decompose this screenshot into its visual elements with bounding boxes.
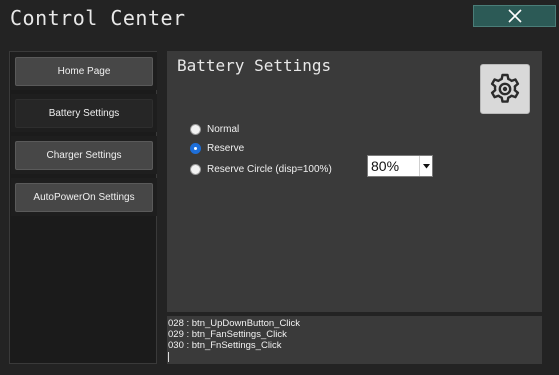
log-line: 028 : btn_UpDownButton_Click [168, 318, 301, 329]
select-value: 80% [371, 158, 400, 174]
radio-reserve-circle[interactable] [190, 163, 201, 175]
option-label: Reserve [207, 142, 245, 154]
log-line: 030 : btn_FnSettings_Click [168, 340, 282, 351]
radio-reserve[interactable] [190, 142, 201, 154]
close-button[interactable] [473, 5, 556, 27]
sidebar-item-label: Battery Settings [15, 98, 153, 128]
option-reserve[interactable]: Reserve [190, 141, 244, 155]
reserve-circle-select[interactable]: 80% [367, 155, 433, 177]
sidebar: Home Page Battery Settings Charger Setti… [9, 51, 157, 364]
app-title: Control Center [10, 6, 186, 30]
sidebar-item-charger-settings[interactable]: Charger Settings [11, 136, 157, 174]
close-icon [507, 9, 522, 23]
event-log[interactable]: 028 : btn_UpDownButton_Click 029 : btn_F… [167, 316, 542, 364]
battery-settings-panel: Battery Settings Normal Reserve Reserve … [167, 51, 542, 312]
radio-normal[interactable] [190, 123, 201, 135]
sidebar-item-label: Charger Settings [15, 140, 153, 170]
option-reserve-circle[interactable]: Reserve Circle (disp=100%) [190, 162, 332, 176]
settings-button[interactable] [480, 64, 530, 114]
option-label: Normal [207, 123, 240, 135]
log-line: 029 : btn_FanSettings_Click [168, 329, 287, 340]
sidebar-item-battery-settings[interactable]: Battery Settings [11, 94, 157, 132]
gear-icon [490, 73, 520, 103]
chevron-down-icon[interactable] [419, 156, 432, 176]
sidebar-item-home-page[interactable]: Home Page [11, 52, 157, 90]
text-caret [168, 352, 169, 362]
option-label: Reserve Circle (disp=100%) [207, 163, 332, 175]
sidebar-item-label: Home Page [15, 56, 153, 86]
sidebar-item-label: AutoPowerOn Settings [15, 182, 153, 212]
sidebar-item-autopoweron-settings[interactable]: AutoPowerOn Settings [11, 178, 157, 216]
panel-title: Battery Settings [177, 56, 332, 75]
option-normal[interactable]: Normal [190, 122, 239, 136]
